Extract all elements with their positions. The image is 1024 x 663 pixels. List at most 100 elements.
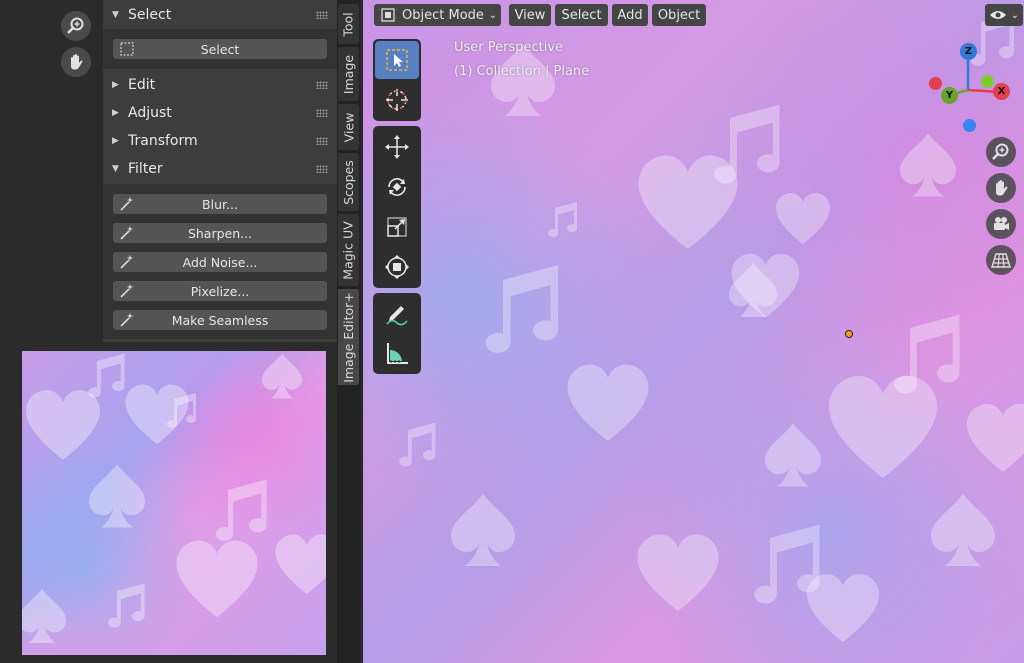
texture-image[interactable] (22, 351, 326, 655)
drag-grip-icon[interactable] (316, 109, 328, 117)
section-filter-title: Filter (128, 161, 163, 177)
drag-grip-icon[interactable] (316, 81, 328, 89)
menu-object-label: Object (657, 7, 701, 23)
collection-label: (1) Collection | Plane (454, 64, 590, 79)
axis-z-label: Z (964, 46, 973, 57)
tool-rotate[interactable] (375, 168, 419, 206)
collapsed-triangle-icon: ▶ (112, 80, 119, 90)
mode-dropdown[interactable]: Object Mode ⌄ (374, 4, 501, 26)
rotate-icon (388, 178, 406, 196)
menu-select[interactable]: Select (555, 4, 608, 26)
tab-scopes[interactable]: Scopes (338, 153, 359, 211)
mode-label: Object Mode (402, 7, 484, 23)
section-select-header[interactable]: ▼ Select (103, 2, 337, 28)
transform-icon (385, 255, 409, 279)
collapsed-triangle-icon: ▶ (112, 108, 119, 118)
axis-neg-z[interactable] (963, 119, 976, 132)
zoom-icon[interactable] (986, 137, 1016, 167)
box-select-icon (120, 42, 134, 56)
perspective-label: User Perspective (454, 40, 564, 55)
drag-grip-icon[interactable] (316, 11, 328, 19)
expanded-triangle-icon: ▼ (112, 164, 119, 174)
zoom-icon[interactable] (61, 11, 91, 41)
tab-view-label: View (341, 112, 357, 142)
select-subpanel: Select (103, 29, 337, 69)
toolbar-group-transform (373, 126, 421, 288)
menu-add-label: Add (617, 7, 643, 23)
select-button[interactable]: Select (113, 39, 327, 59)
make-seamless-button[interactable]: Make Seamless (113, 310, 327, 330)
tool-scale[interactable] (375, 208, 419, 246)
tab-image-label: Image (341, 54, 356, 94)
drag-grip-icon[interactable] (316, 137, 328, 145)
tab-view[interactable]: View (338, 104, 359, 150)
visibility-dropdown[interactable]: ⌄ (985, 4, 1023, 26)
sharpen-button-label: Sharpen... (187, 225, 253, 241)
collapsed-triangle-icon: ▶ (112, 136, 119, 146)
axis-y[interactable]: Y (941, 87, 958, 104)
add-noise-button-label: Add Noise... (182, 254, 258, 270)
section-edit-header[interactable]: ▶ Edit (103, 72, 337, 98)
add-noise-button[interactable]: Add Noise... (113, 252, 327, 272)
magic-wand-icon (120, 226, 133, 240)
magic-wand-icon (120, 197, 133, 211)
expanded-triangle-icon: ▼ (112, 10, 119, 20)
hand-icon[interactable] (61, 47, 91, 77)
section-adjust-header[interactable]: ▶ Adjust (103, 100, 337, 126)
grid-perspective-icon[interactable] (986, 245, 1016, 275)
magic-wand-icon (120, 313, 133, 327)
section-adjust-title: Adjust (128, 105, 172, 121)
toolbar-group-select (373, 39, 421, 121)
section-transform-title: Transform (128, 133, 198, 149)
section-transform-header[interactable]: ▶ Transform (103, 128, 337, 154)
tab-image-editor-plus[interactable]: Image Editor+ (338, 289, 359, 385)
cursor-icon (386, 89, 408, 111)
tab-image-editor-plus-label: Image Editor+ (341, 291, 356, 383)
magic-wand-icon (120, 255, 133, 269)
make-seamless-button-label: Make Seamless (171, 312, 269, 328)
hand-icon[interactable] (986, 173, 1016, 203)
3d-viewport[interactable]: Object Mode ⌄ View Select Add Object ⌄ U… (362, 0, 1024, 663)
tab-image[interactable]: Image (338, 47, 359, 101)
tab-magic-uv[interactable]: Magic UV (338, 214, 359, 286)
move-icon (385, 135, 409, 159)
axis-x[interactable]: X (993, 83, 1010, 100)
camera-icon[interactable] (986, 209, 1016, 239)
eye-icon (990, 11, 1006, 19)
axis-neg-y[interactable] (981, 75, 994, 88)
axis-z[interactable]: Z (960, 43, 977, 60)
magic-wand-icon (120, 284, 133, 298)
toolbar-group-annotate (373, 293, 421, 374)
sharpen-button[interactable]: Sharpen... (113, 223, 327, 243)
tab-tool[interactable]: Tool (338, 4, 359, 44)
menu-view[interactable]: View (509, 4, 551, 26)
axis-x-label: X (997, 86, 1006, 97)
tab-scopes-label: Scopes (341, 159, 356, 205)
tool-cursor[interactable] (375, 81, 419, 119)
chevron-down-icon: ⌄ (1010, 9, 1019, 21)
scale-icon (387, 217, 407, 237)
menu-object[interactable]: Object (652, 4, 706, 26)
tool-move[interactable] (375, 128, 419, 166)
tool-transform[interactable] (375, 248, 419, 286)
section-filter-header[interactable]: ▼ Filter (103, 156, 337, 182)
tab-tool-label: Tool (341, 11, 356, 37)
select-box-icon (386, 49, 408, 71)
section-edit-title: Edit (128, 77, 156, 93)
object-mode-icon (381, 8, 395, 22)
menu-add[interactable]: Add (612, 4, 648, 26)
pixelize-button[interactable]: Pixelize... (113, 281, 327, 301)
tool-select-box[interactable] (375, 41, 419, 79)
axis-neg-x[interactable] (929, 77, 942, 90)
tab-magic-uv-label: Magic UV (341, 220, 356, 280)
menu-view-label: View (514, 7, 546, 23)
navigation-gizmo[interactable]: Z Y X (923, 40, 1013, 135)
blur-button[interactable]: Blur... (113, 194, 327, 214)
tool-annotate[interactable] (375, 295, 419, 333)
filter-subpanel: Blur... Sharpen... Add Noise... Pixelize… (103, 184, 337, 339)
menu-select-label: Select (561, 7, 602, 23)
tool-measure[interactable] (375, 334, 419, 372)
object-origin-dot (845, 330, 853, 338)
axis-y-label: Y (945, 90, 954, 101)
drag-grip-icon[interactable] (316, 165, 328, 173)
